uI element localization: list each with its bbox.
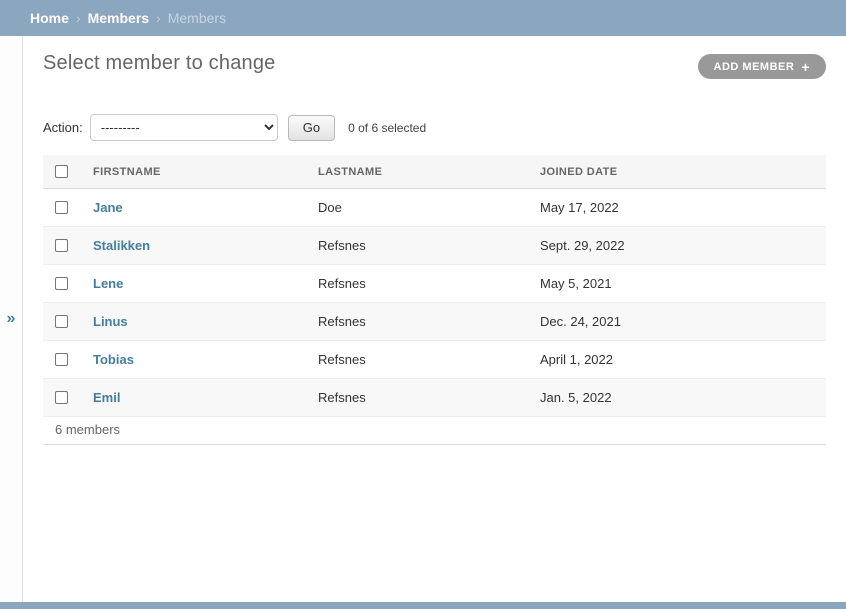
member-table: FIRSTNAME LASTNAME JOINED DATE Jane Doe … — [43, 155, 826, 417]
member-joined-date: Jan. 5, 2022 — [532, 379, 826, 417]
breadcrumb-members-link[interactable]: Members — [88, 10, 149, 26]
plus-icon: + — [801, 60, 810, 74]
add-member-button[interactable]: ADD MEMBER + — [698, 54, 826, 79]
collapsed-sidebar: » — [0, 36, 23, 602]
member-lastname: Refsnes — [310, 341, 532, 379]
table-row: Stalikken Refsnes Sept. 29, 2022 — [43, 227, 826, 265]
member-lastname: Refsnes — [310, 265, 532, 303]
actions-bar: Action: --------- Go 0 of 6 selected — [43, 114, 826, 141]
row-checkbox[interactable] — [55, 391, 68, 404]
row-checkbox[interactable] — [55, 353, 68, 366]
selected-counter: 0 of 6 selected — [348, 121, 426, 135]
member-lastname: Doe — [310, 189, 532, 227]
table-row: Lene Refsnes May 5, 2021 — [43, 265, 826, 303]
member-lastname: Refsnes — [310, 379, 532, 417]
breadcrumb-separator: › — [156, 10, 161, 26]
member-joined-date: May 17, 2022 — [532, 189, 826, 227]
column-header-lastname[interactable]: LASTNAME — [310, 155, 532, 189]
sidebar-expand-icon[interactable]: » — [7, 311, 16, 327]
member-lastname: Refsnes — [310, 303, 532, 341]
member-joined-date: May 5, 2021 — [532, 265, 826, 303]
member-count: 6 members — [43, 417, 826, 445]
page-body: » Select member to change ADD MEMBER + A… — [0, 36, 846, 602]
row-checkbox[interactable] — [55, 315, 68, 328]
table-row: Jane Doe May 17, 2022 — [43, 189, 826, 227]
row-checkbox[interactable] — [55, 239, 68, 252]
member-firstname-link[interactable]: Lene — [93, 276, 123, 291]
member-joined-date: Sept. 29, 2022 — [532, 227, 826, 265]
main-content: Select member to change ADD MEMBER + Act… — [23, 36, 846, 602]
member-table-body: Jane Doe May 17, 2022 Stalikken Refsnes … — [43, 189, 826, 417]
table-row: Emil Refsnes Jan. 5, 2022 — [43, 379, 826, 417]
action-label: Action: — [43, 120, 83, 135]
member-firstname-link[interactable]: Emil — [93, 390, 120, 405]
bottom-bar — [0, 602, 846, 609]
member-joined-date: April 1, 2022 — [532, 341, 826, 379]
row-checkbox[interactable] — [55, 277, 68, 290]
breadcrumb: Home › Members › Members — [0, 0, 846, 36]
action-select[interactable]: --------- — [90, 114, 278, 141]
breadcrumb-current-page: Members — [168, 10, 226, 26]
member-lastname: Refsnes — [310, 227, 532, 265]
row-checkbox[interactable] — [55, 201, 68, 214]
table-header-row: FIRSTNAME LASTNAME JOINED DATE — [43, 155, 826, 189]
breadcrumb-home-link[interactable]: Home — [30, 10, 69, 26]
go-button[interactable]: Go — [288, 115, 335, 141]
page-title: Select member to change — [43, 52, 276, 75]
member-firstname-link[interactable]: Tobias — [93, 352, 134, 367]
table-row: Tobias Refsnes April 1, 2022 — [43, 341, 826, 379]
member-firstname-link[interactable]: Stalikken — [93, 238, 150, 253]
column-header-firstname[interactable]: FIRSTNAME — [85, 155, 310, 189]
member-firstname-link[interactable]: Linus — [93, 314, 128, 329]
table-row: Linus Refsnes Dec. 24, 2021 — [43, 303, 826, 341]
member-firstname-link[interactable]: Jane — [93, 200, 123, 215]
breadcrumb-separator: › — [76, 10, 81, 26]
add-member-button-label: ADD MEMBER — [714, 61, 795, 73]
column-header-joined-date[interactable]: JOINED DATE — [532, 155, 826, 189]
select-all-checkbox[interactable] — [55, 165, 68, 178]
member-joined-date: Dec. 24, 2021 — [532, 303, 826, 341]
